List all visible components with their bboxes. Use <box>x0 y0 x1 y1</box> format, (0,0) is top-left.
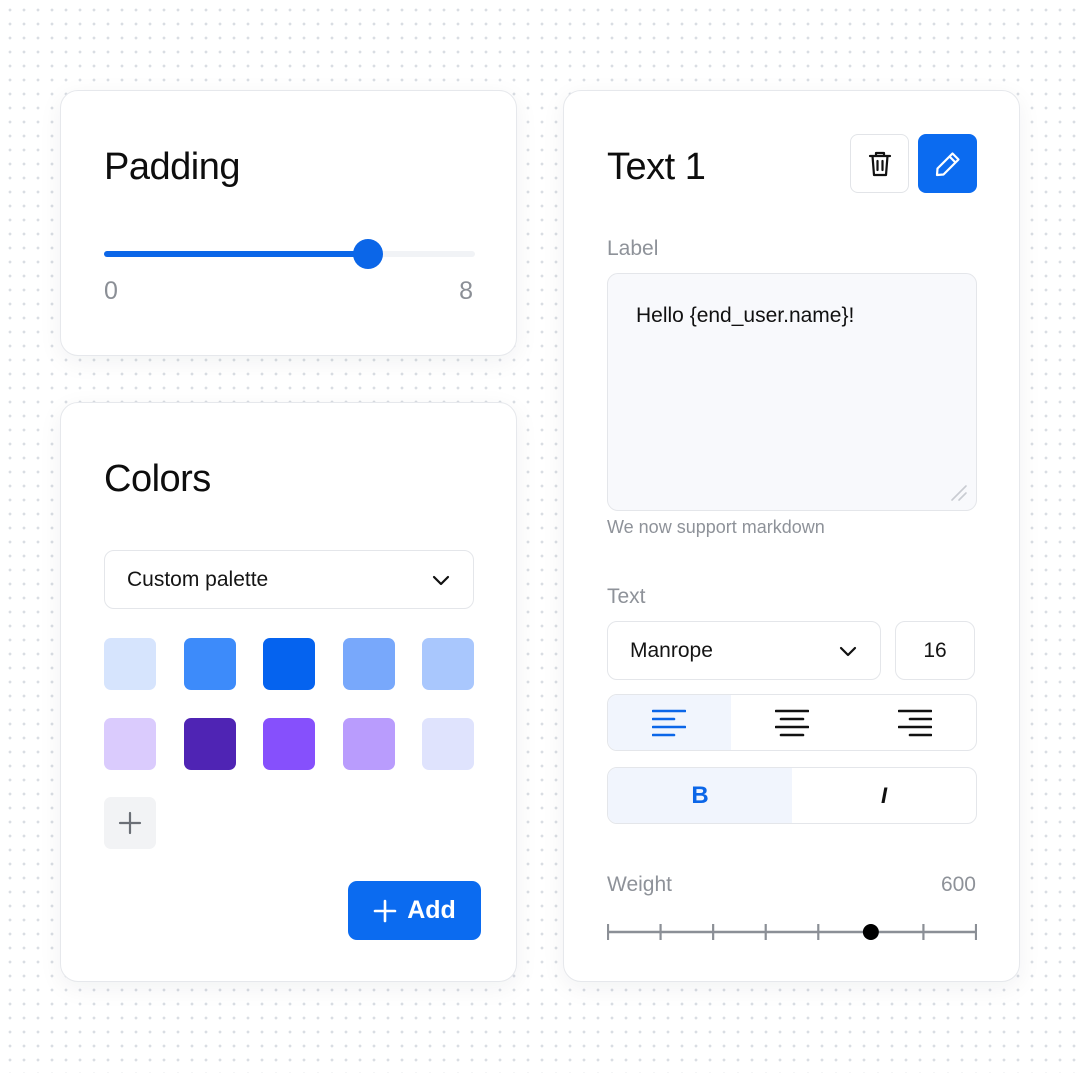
label-heading: Label <box>607 237 659 260</box>
colors-title: Colors <box>104 458 211 500</box>
italic-label: I <box>880 782 888 808</box>
padding-title: Padding <box>104 146 240 188</box>
color-swatch[interactable] <box>342 718 395 770</box>
padding-slider-fill <box>104 251 369 257</box>
alignment-control <box>607 694 977 751</box>
edit-button[interactable] <box>918 134 977 193</box>
text-panel-title: Text 1 <box>607 146 706 188</box>
text-settings-card: Text 1 Label Hello {end_user.name}! We n… <box>563 90 1020 982</box>
chevron-down-icon <box>839 646 857 656</box>
color-swatch[interactable] <box>104 718 156 770</box>
italic-button[interactable]: I <box>792 768 976 823</box>
padding-min-label: 0 <box>104 277 118 305</box>
weight-slider[interactable] <box>607 917 977 947</box>
trash-icon <box>868 151 891 176</box>
label-textarea-value: Hello {end_user.name}! <box>636 304 855 327</box>
add-button[interactable]: Add <box>348 881 481 940</box>
align-left-button[interactable] <box>608 695 731 750</box>
weight-value: 600 <box>940 873 976 896</box>
color-swatch[interactable] <box>422 718 474 770</box>
plus-icon <box>118 811 142 835</box>
weight-slider-thumb[interactable] <box>862 924 879 940</box>
text-heading: Text <box>607 585 646 608</box>
add-swatch-button[interactable] <box>104 797 156 849</box>
weight-heading: Weight <box>607 873 672 896</box>
label-textarea[interactable]: Hello {end_user.name}! <box>607 273 977 511</box>
color-swatch[interactable] <box>422 638 474 690</box>
color-swatch[interactable] <box>104 638 156 690</box>
align-left-icon <box>652 709 687 736</box>
font-size-input[interactable]: 16 <box>895 621 975 680</box>
color-swatch[interactable] <box>263 638 315 690</box>
padding-slider[interactable] <box>104 239 475 269</box>
color-swatch[interactable] <box>183 638 236 690</box>
align-center-icon <box>775 709 809 736</box>
plus-icon <box>373 899 397 922</box>
padding-slider-thumb[interactable] <box>353 239 384 269</box>
palette-select-label: Custom palette <box>127 567 269 591</box>
align-right-button[interactable] <box>853 695 976 750</box>
bold-button[interactable]: B <box>608 768 792 823</box>
colors-card: Colors Custom palette Add <box>60 402 517 982</box>
palette-select[interactable]: Custom palette <box>104 550 474 609</box>
add-button-label: Add <box>407 896 456 924</box>
markdown-help-text: We now support markdown <box>607 517 825 537</box>
font-family-label: Manrope <box>630 638 713 662</box>
font-style-control: B I <box>607 767 977 824</box>
resize-handle-icon[interactable] <box>946 480 968 502</box>
color-swatch[interactable] <box>342 638 395 690</box>
bold-label: B <box>691 781 709 809</box>
pencil-icon <box>935 151 960 176</box>
chevron-down-icon <box>432 575 450 585</box>
align-center-button[interactable] <box>731 695 854 750</box>
padding-card: Padding 0 8 <box>60 90 517 356</box>
align-right-icon <box>897 709 932 736</box>
color-swatch[interactable] <box>263 718 315 770</box>
delete-button[interactable] <box>850 134 909 193</box>
font-family-select[interactable]: Manrope <box>607 621 881 680</box>
color-swatch[interactable] <box>183 718 236 770</box>
padding-max-label: 8 <box>459 277 473 305</box>
